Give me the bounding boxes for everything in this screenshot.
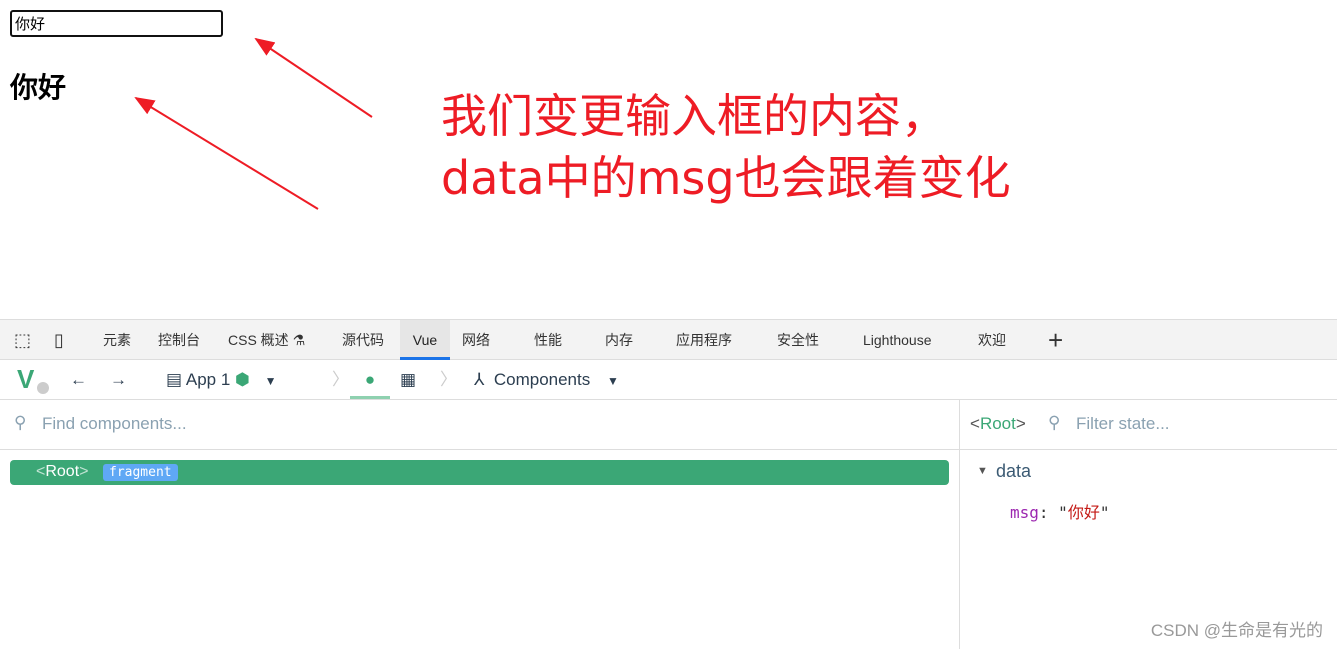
data-section-label[interactable]: data [996,461,1031,482]
separator-icon: 〉 [440,370,457,389]
state-value[interactable]: 你好 [1068,503,1100,522]
tab-vue[interactable]: Vue [400,320,450,360]
view-select[interactable]: ⅄ Components ▼ [474,360,619,399]
view-name: Components [493,370,591,389]
tab-sources[interactable]: 源代码 [338,320,388,360]
tab-network[interactable]: 网络 [458,320,494,360]
devtools-tab-bar: ⬚ ▯ 元素 控制台 CSS 概述 ⚗ 源代码 Vue 网络 性能 内存 应用程… [0,319,1337,360]
find-components-input[interactable]: Find components... [42,414,187,434]
vue-toolbar: V ← → ▤ App 1 ⬢ ▼ 〉 ● ▦ 〉 ⅄ Components ▼ [0,360,1337,400]
annotation-line-2: data中的msg也会跟着变化 [441,151,1011,205]
tab-memory[interactable]: 内存 [601,320,637,360]
timeline-icon[interactable]: ▦ [400,360,416,399]
search-icon: ⚲ [1048,413,1061,432]
status-dot-icon [37,382,49,394]
fragment-badge: fragment [103,464,178,481]
components-compass-icon[interactable]: ● [350,360,390,399]
chevron-down-icon: ▼ [606,374,619,388]
tab-label: CSS 概述 [228,332,289,348]
root-component-label: <Root> [36,463,89,480]
device-toolbar-icon[interactable]: ▯ [50,320,68,360]
arrow-to-input [254,37,373,118]
app-name: App 1 [185,370,231,389]
flask-icon: ⚗ [292,332,306,348]
tab-security[interactable]: 安全性 [773,320,823,360]
vue-logo-icon: V [17,364,35,394]
tab-performance[interactable]: 性能 [530,320,566,360]
arrow-to-heading [134,96,319,210]
forward-icon[interactable]: → [110,360,127,399]
collapse-icon[interactable]: ▼ [977,465,988,477]
annotation-line-1: 我们变更输入框的内容， [441,89,947,143]
add-tab-icon[interactable]: + [1044,320,1067,360]
selected-component: <Root> [970,414,1026,433]
separator-icon: 〉 [332,370,349,389]
tab-console[interactable]: 控制台 [154,320,204,360]
tree-row-root[interactable]: <Root> fragment [10,460,949,485]
app-icon: ▤ [166,370,183,389]
back-icon[interactable]: ← [70,360,87,399]
inspector-header: <Root> ⚲ Filter state... [960,400,1337,450]
tab-lighthouse[interactable]: Lighthouse [859,320,936,360]
inspector-pane: <Root> ⚲ Filter state... ▼ data msg: "你好… [959,400,1337,649]
watermark: CSDN @生命是有光的 [1150,621,1323,640]
components-tree-icon: ⅄ [474,370,485,389]
warning-badge-icon: ⬢ [235,370,250,389]
search-icon: ⚲ [14,413,27,432]
tab-css-overview[interactable]: CSS 概述 ⚗ [224,320,309,360]
tab-application[interactable]: 应用程序 [672,320,736,360]
state-row: msg: "你好" [1010,503,1110,522]
tab-welcome[interactable]: 欢迎 [974,320,1010,360]
find-components[interactable]: ⚲ Find components... [0,400,959,450]
tab-elements[interactable]: 元素 [99,320,135,360]
chevron-down-icon: ▼ [264,374,277,388]
inspect-element-icon[interactable]: ⬚ [10,320,35,360]
app-select[interactable]: ▤ App 1 ⬢ ▼ [166,360,277,399]
filter-state-input[interactable]: Filter state... [1076,414,1170,434]
